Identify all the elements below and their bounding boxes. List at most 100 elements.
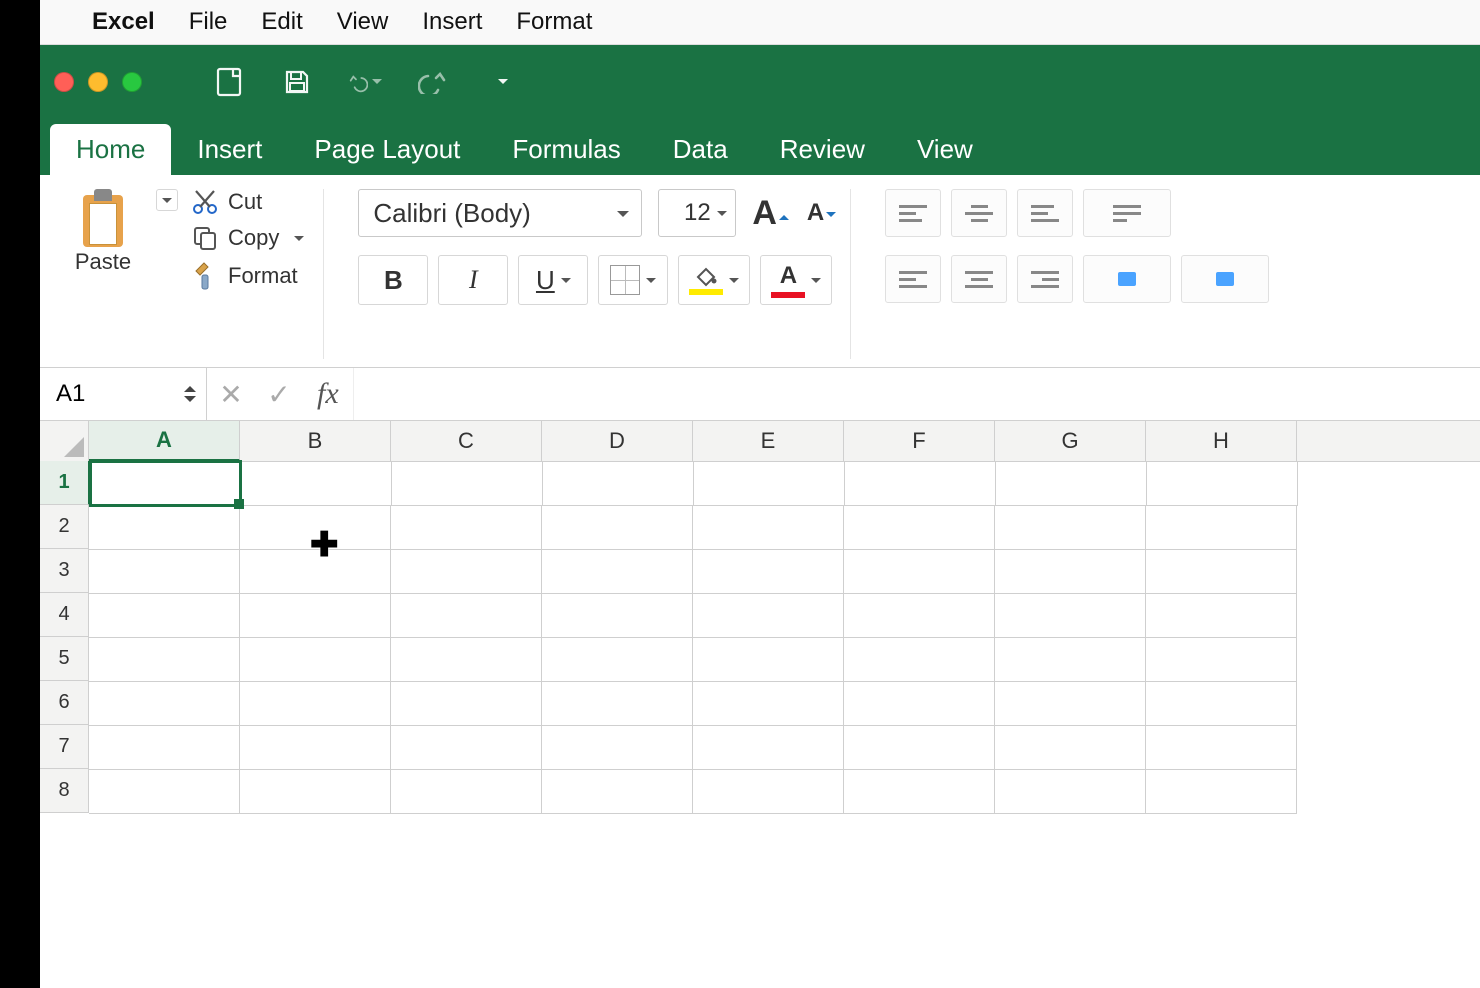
cell-C2[interactable] [391,505,542,550]
menubar-edit[interactable]: Edit [261,8,302,36]
menubar-format[interactable]: Format [516,8,592,36]
new-workbook-icon[interactable] [212,65,246,99]
cell-F1[interactable] [845,461,996,506]
cell-F4[interactable] [844,593,995,638]
align-left-button[interactable] [885,255,941,303]
cell-H7[interactable] [1146,725,1297,770]
underline-button[interactable]: U [518,255,588,305]
window-close-button[interactable] [54,72,74,92]
cell-B5[interactable] [240,637,391,682]
tab-formulas[interactable]: Formulas [486,124,646,175]
font-color-button[interactable]: A [760,255,832,305]
tab-review[interactable]: Review [754,124,891,175]
cell-G5[interactable] [995,637,1146,682]
window-minimize-button[interactable] [88,72,108,92]
font-size-select[interactable]: 12 [658,189,736,237]
tab-view[interactable]: View [891,124,999,175]
cell-C5[interactable] [391,637,542,682]
cell-H5[interactable] [1146,637,1297,682]
column-header-A[interactable]: A [89,421,240,461]
merge-dropdown-button[interactable] [1181,255,1269,303]
borders-button[interactable] [598,255,668,305]
paste-dropdown[interactable] [156,189,178,211]
fx-label[interactable]: fx [303,377,353,411]
column-header-B[interactable]: B [240,421,391,461]
cell-C4[interactable] [391,593,542,638]
italic-button[interactable]: I [438,255,508,305]
cell-G1[interactable] [996,461,1147,506]
increase-font-size-button[interactable]: A [752,194,789,233]
cell-D5[interactable] [542,637,693,682]
cell-D6[interactable] [542,681,693,726]
cell-D4[interactable] [542,593,693,638]
tab-home[interactable]: Home [50,124,171,175]
chevron-down-icon[interactable] [184,392,196,408]
cell-F7[interactable] [844,725,995,770]
cell-C8[interactable] [391,769,542,814]
cell-D3[interactable] [542,549,693,594]
cell-E6[interactable] [693,681,844,726]
cell-F6[interactable] [844,681,995,726]
cell-C6[interactable] [391,681,542,726]
menubar-view[interactable]: View [337,8,389,36]
align-center-button[interactable] [951,255,1007,303]
cell-A2[interactable] [89,505,240,550]
cell-G6[interactable] [995,681,1146,726]
cell-A3[interactable] [89,549,240,594]
cell-G3[interactable] [995,549,1146,594]
decrease-font-size-button[interactable]: A [807,199,836,227]
cell-B3[interactable] [240,549,391,594]
menubar-app-name[interactable]: Excel [92,8,155,36]
copy-dropdown-icon[interactable] [289,228,309,248]
row-header-3[interactable]: 3 [40,549,89,593]
cell-E4[interactable] [693,593,844,638]
cell-E8[interactable] [693,769,844,814]
align-right-button[interactable] [1017,255,1073,303]
cell-F5[interactable] [844,637,995,682]
cell-E2[interactable] [693,505,844,550]
enter-entry-button[interactable]: ✓ [255,368,303,420]
tab-data[interactable]: Data [647,124,754,175]
cell-D7[interactable] [542,725,693,770]
cell-E3[interactable] [693,549,844,594]
menubar-file[interactable]: File [189,8,228,36]
name-box-stepper[interactable] [184,380,196,408]
format-painter-button[interactable]: Format [192,261,309,291]
cell-B8[interactable] [240,769,391,814]
row-header-2[interactable]: 2 [40,505,89,549]
cell-A7[interactable] [89,725,240,770]
formula-input[interactable] [353,368,1480,420]
tab-insert[interactable]: Insert [171,124,288,175]
cut-button[interactable]: Cut [192,189,309,215]
menubar-insert[interactable]: Insert [422,8,482,36]
save-icon[interactable] [280,65,314,99]
cell-C7[interactable] [391,725,542,770]
cell-B7[interactable] [240,725,391,770]
cell-E1[interactable] [694,461,845,506]
cell-A6[interactable] [89,681,240,726]
cell-G7[interactable] [995,725,1146,770]
cell-B1[interactable] [241,461,392,506]
cell-F2[interactable] [844,505,995,550]
cell-G4[interactable] [995,593,1146,638]
wrap-text-button[interactable] [1083,189,1171,237]
cell-A1[interactable] [90,461,241,506]
column-header-C[interactable]: C [391,421,542,461]
row-header-8[interactable]: 8 [40,769,89,813]
tab-page-layout[interactable]: Page Layout [288,124,486,175]
cell-E5[interactable] [693,637,844,682]
chevron-up-icon[interactable] [184,380,196,392]
align-top-button[interactable] [885,189,941,237]
cell-F8[interactable] [844,769,995,814]
row-header-6[interactable]: 6 [40,681,89,725]
cell-A4[interactable] [89,593,240,638]
redo-button[interactable] [416,65,450,99]
row-header-7[interactable]: 7 [40,725,89,769]
column-header-D[interactable]: D [542,421,693,461]
cell-H6[interactable] [1146,681,1297,726]
undo-dropdown-icon[interactable] [368,73,382,91]
row-header-1[interactable]: 1 [40,461,90,505]
cell-A8[interactable] [89,769,240,814]
window-zoom-button[interactable] [122,72,142,92]
align-middle-button[interactable] [951,189,1007,237]
